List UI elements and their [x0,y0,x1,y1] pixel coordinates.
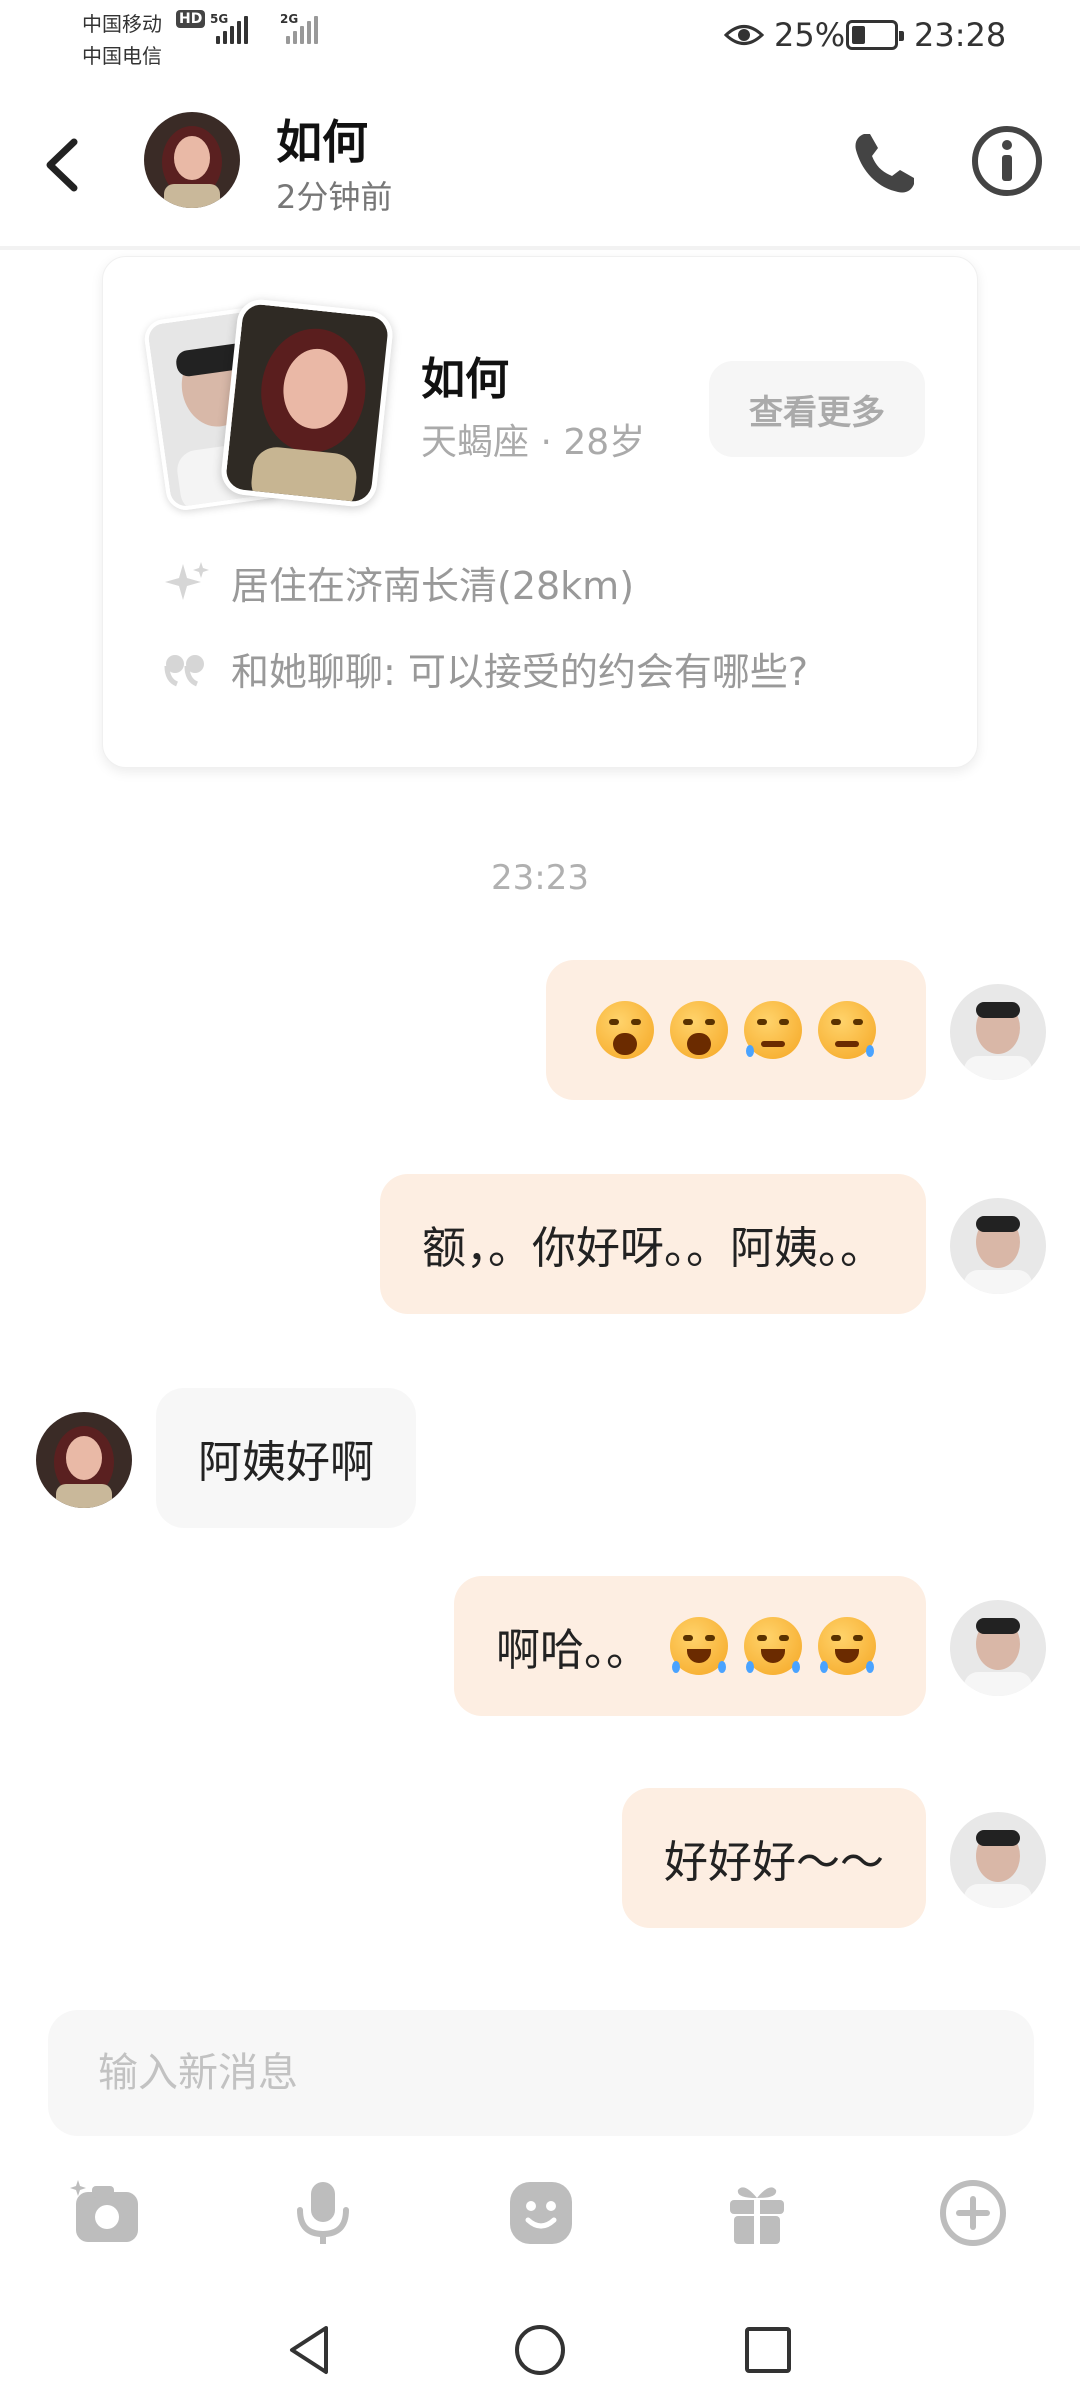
contact-avatar[interactable] [36,1412,132,1508]
message-text: 阿姨好啊 [198,1437,374,1488]
signal-strength-icon: 2G [280,12,318,44]
sparkle-icon [165,561,209,600]
nav-home-icon[interactable] [510,2320,570,2380]
network-type-label: 5G [210,12,229,26]
message-text: 额，。你好呀。。阿姨。。 [422,1223,884,1274]
shocked-emoji-icon [670,1001,728,1059]
hd-badge: HD [176,10,206,28]
chat-prompt-row: 和她聊聊: 可以接受的约会有哪些? [161,641,808,696]
carrier-1: 中国移动 [82,12,162,36]
info-icon[interactable] [970,124,1044,198]
message-bubble-outgoing[interactable]: 啊哈。。 [454,1576,926,1716]
composer-toolbar [0,2170,1080,2260]
profile-name: 如何 [421,354,509,405]
laughing-tears-emoji-icon [670,1617,728,1675]
crying-emoji-icon [744,1001,802,1059]
my-avatar[interactable] [950,1812,1046,1908]
message-text: 好好好～～ [664,1837,884,1888]
message-bubble-outgoing[interactable]: 额，。你好呀。。阿姨。。 [380,1174,926,1314]
shocked-emoji-icon [596,1001,654,1059]
profile-photo-primary [219,297,395,509]
message-input[interactable] [48,2010,1034,2136]
carrier-2: 中国电信 [82,44,162,68]
battery-percent: 25% [774,16,846,54]
battery-icon [846,20,904,50]
view-more-button[interactable]: 查看更多 [709,361,925,457]
battery-fill [852,26,865,44]
clock: 23:28 [914,16,1007,54]
profile-meta: 天蝎座 · 28岁 [421,422,646,463]
my-avatar[interactable] [950,984,1046,1080]
my-avatar[interactable] [950,1600,1046,1696]
message-bubble-incoming[interactable]: 阿姨好啊 [156,1388,416,1528]
nav-recents-icon[interactable] [738,2320,798,2380]
contact-name: 如何 [276,115,368,169]
back-icon[interactable] [36,130,92,200]
avatar[interactable] [144,112,240,208]
my-avatar[interactable] [950,1198,1046,1294]
message-bubble-outgoing[interactable]: 好好好～～ [622,1788,926,1928]
message-bubble-outgoing[interactable] [546,960,926,1100]
eye-comfort-icon [724,25,764,45]
crying-emoji-icon [818,1001,876,1059]
phone-call-icon[interactable] [850,128,920,198]
chat-header: 如何 2分钟前 [0,80,1080,250]
microphone-icon[interactable] [286,2176,360,2250]
message-timestamp: 23:23 [491,858,589,898]
gift-icon[interactable] [720,2176,794,2250]
profile-card[interactable]: 如何 天蝎座 · 28岁 查看更多 居住在济南长清(28km) 和她聊聊: 可以… [102,256,978,768]
location-text: 居住在济南长清(28km) [231,564,635,608]
laughing-tears-emoji-icon [744,1617,802,1675]
system-nav-bar [0,2300,1080,2400]
chat-prompt-text: 和她聊聊: 可以接受的约会有哪些? [231,650,809,694]
signal-strength-icon: 5G [210,12,248,44]
message-text: 啊哈。。 [496,1625,650,1676]
status-bar: 中国移动 HD 中国电信 5G 2G 25% 23:28 [0,0,1080,80]
camera-icon[interactable] [70,2176,144,2250]
emoji-icon[interactable] [504,2176,578,2250]
network-type-label: 2G [280,12,299,26]
laughing-tears-emoji-icon [818,1617,876,1675]
last-seen-status: 2分钟前 [276,178,393,216]
plus-icon[interactable] [936,2176,1010,2250]
location-row: 居住在济南长清(28km) [161,555,634,610]
quote-icon [164,654,204,686]
nav-back-icon[interactable] [280,2320,340,2380]
